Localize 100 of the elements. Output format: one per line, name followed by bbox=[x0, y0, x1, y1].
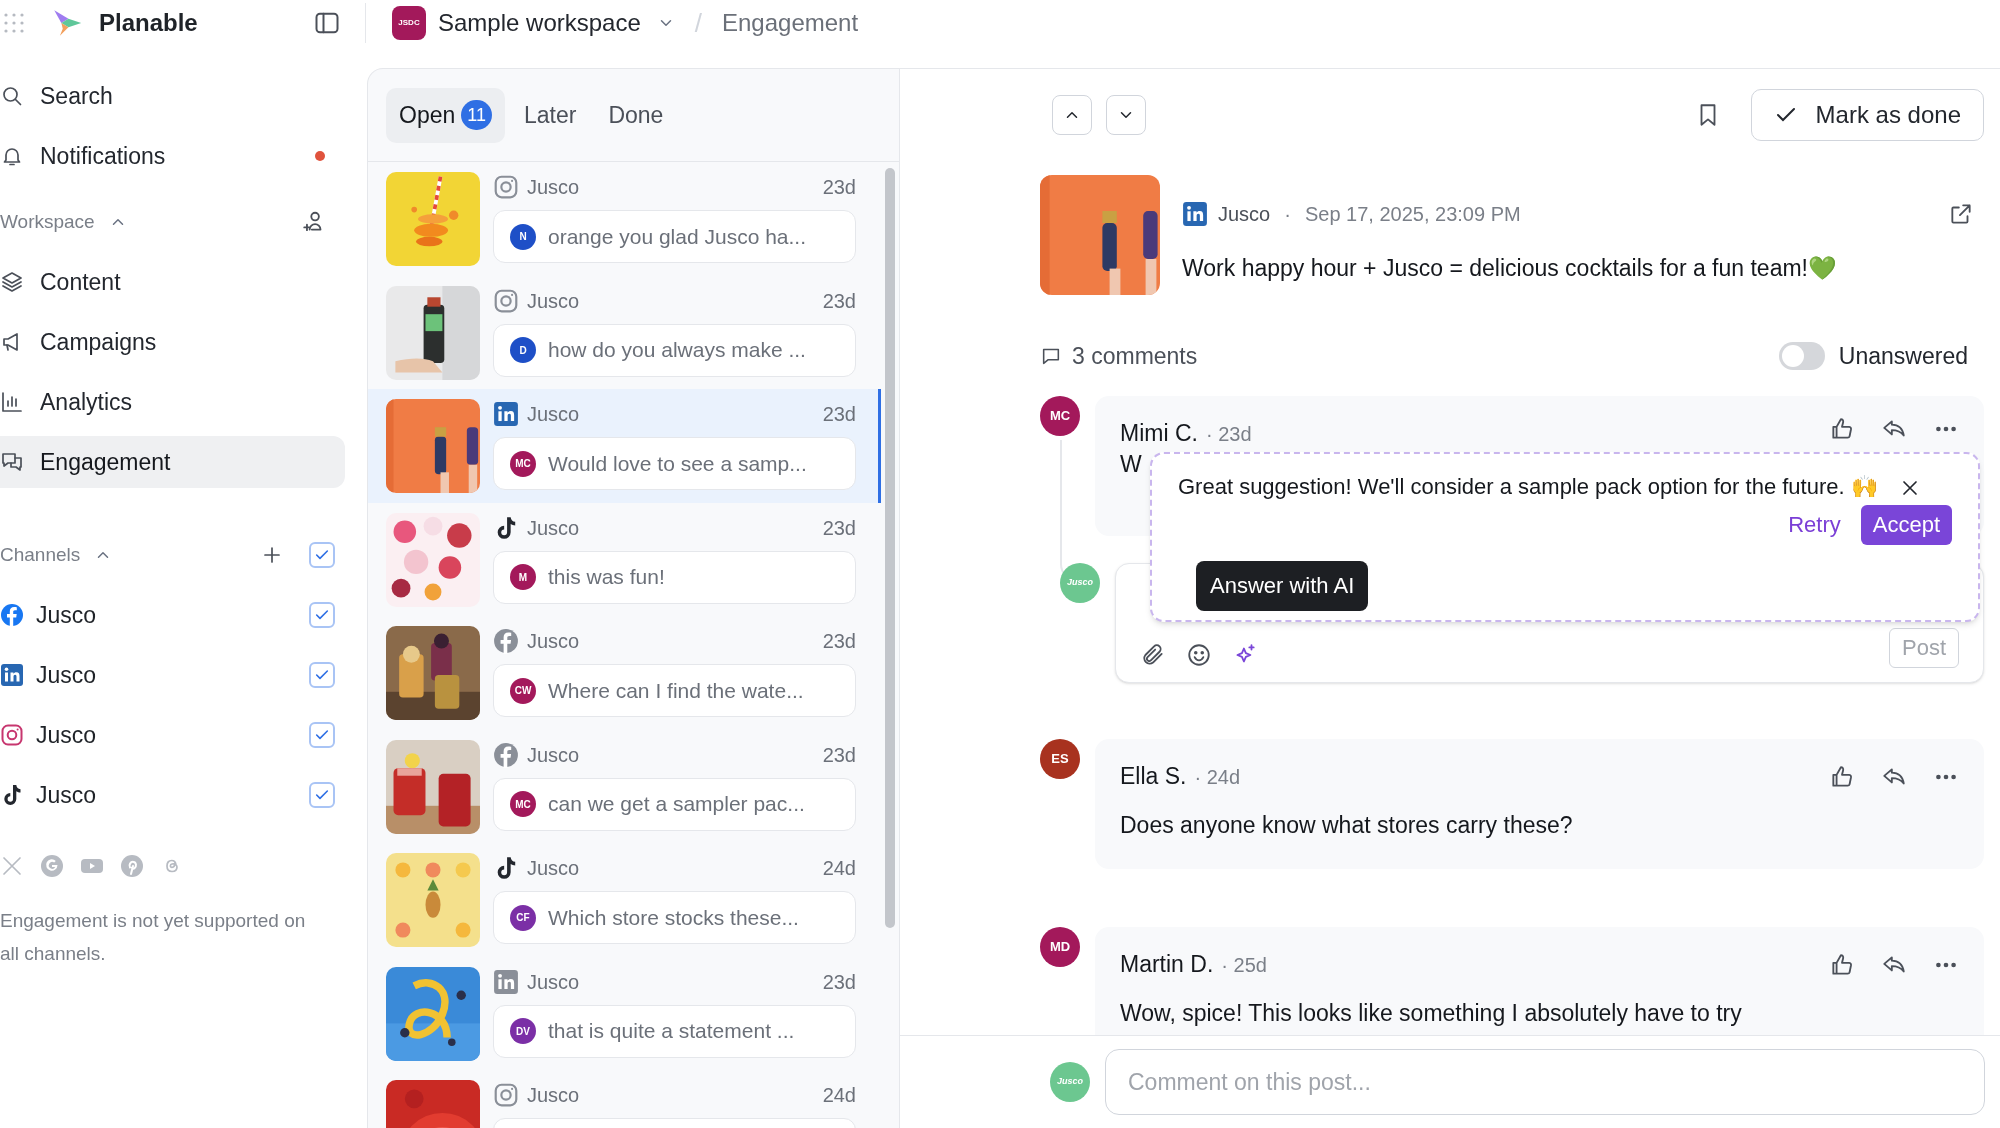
commenter-name: Ella S. bbox=[1120, 762, 1187, 792]
instagram-icon bbox=[493, 1082, 519, 1108]
age: 23d bbox=[822, 629, 856, 654]
linkedin-icon bbox=[493, 401, 519, 427]
account-name: Jusco bbox=[1218, 202, 1271, 227]
checkbox[interactable] bbox=[309, 662, 335, 688]
sidebar-item[interactable]: Notifications bbox=[0, 130, 345, 182]
avatar: Jusco bbox=[1060, 562, 1100, 603]
conversation-item[interactable]: Jusco 24d bbox=[368, 1070, 881, 1128]
account-name: Jusco bbox=[527, 742, 581, 768]
age: 23d bbox=[822, 515, 856, 541]
conversation-item[interactable]: Jusco 23d MC Would love to see a samp... bbox=[368, 389, 881, 503]
avatar: CW bbox=[510, 677, 536, 704]
like-icon[interactable] bbox=[1829, 415, 1855, 442]
nav-item[interactable]: Analytics bbox=[0, 376, 345, 428]
avatar: N bbox=[510, 223, 536, 250]
conversation-item[interactable]: Jusco 24d CF Which store stocks these... bbox=[368, 843, 881, 957]
like-icon[interactable] bbox=[1829, 763, 1855, 790]
conversation-item[interactable]: Jusco 23d M this was fun! bbox=[368, 502, 881, 616]
mark-as-done-button[interactable]: Mark as done bbox=[1750, 89, 1984, 141]
like-icon[interactable] bbox=[1829, 951, 1855, 978]
account-name: Jusco bbox=[527, 856, 581, 881]
checkbox[interactable] bbox=[309, 602, 335, 628]
scrollbar-thumb[interactable] bbox=[885, 168, 895, 928]
account-name: Jusco bbox=[527, 969, 581, 995]
nav-item[interactable]: Content bbox=[0, 256, 345, 308]
instagram-icon bbox=[493, 287, 519, 314]
tab[interactable]: Done bbox=[595, 87, 677, 143]
account-name: Jusco bbox=[527, 288, 581, 314]
checkbox[interactable] bbox=[309, 542, 335, 568]
app-grid-icon bbox=[2, 11, 26, 35]
avatar: DV bbox=[510, 1018, 536, 1044]
facebook-icon bbox=[493, 628, 519, 654]
layers-icon bbox=[0, 270, 24, 294]
emoji-icon[interactable] bbox=[1186, 641, 1212, 668]
checkbox[interactable] bbox=[309, 782, 335, 808]
channel-name[interactable]: Jusco bbox=[36, 597, 297, 633]
channel-name[interactable]: Jusco bbox=[36, 657, 297, 693]
accept-button[interactable]: Accept bbox=[1860, 504, 1952, 545]
conversation-item[interactable]: Jusco 23d D how do you always make ... bbox=[368, 275, 881, 389]
conversation-item[interactable]: Jusco 23d N orange you glad Jusco ha... bbox=[368, 162, 881, 276]
comment-preview: orange you glad Jusco ha... bbox=[548, 223, 806, 250]
checkbox[interactable] bbox=[309, 722, 335, 748]
avatar: D bbox=[510, 337, 536, 363]
avatar: MC bbox=[510, 791, 536, 817]
x-logo-icon bbox=[0, 854, 24, 878]
avatar: MD bbox=[1040, 926, 1080, 967]
workspace-switcher[interactable]: Sample workspace bbox=[438, 5, 675, 41]
external-link-icon[interactable] bbox=[1948, 201, 1974, 227]
bar-chart-icon bbox=[0, 390, 24, 414]
tab[interactable]: Open 11 bbox=[386, 87, 505, 143]
unsupported-note: Engagement is not yet supported on all channels. bbox=[0, 909, 307, 966]
comment-text: Does anyone know what stores carry these? bbox=[1120, 810, 1573, 839]
commenter-name: Mimi C. bbox=[1120, 419, 1198, 449]
account-name: Jusco bbox=[527, 402, 581, 427]
toggle-label: Unanswered bbox=[1838, 342, 1968, 371]
page-title: Engagement bbox=[722, 8, 859, 38]
comment-preview: can we get a sampler pac... bbox=[548, 791, 805, 818]
comment-age: · 23d bbox=[1205, 421, 1252, 447]
comments-count: 3 comments bbox=[1072, 342, 1198, 371]
account-name: Jusco bbox=[527, 629, 581, 654]
channel-name[interactable]: Jusco bbox=[36, 717, 297, 753]
facebook-icon bbox=[493, 741, 519, 768]
ai-tooltip: Answer with AI bbox=[1196, 560, 1369, 611]
app-name: Planable bbox=[99, 8, 198, 38]
count-badge: 11 bbox=[461, 100, 492, 130]
section-label: Workspace bbox=[0, 209, 95, 234]
avatar: M bbox=[510, 564, 536, 590]
retry-button[interactable]: Retry bbox=[1788, 508, 1841, 541]
account-name: Jusco bbox=[527, 1083, 581, 1108]
nav-item[interactable]: Campaigns bbox=[0, 316, 345, 368]
comment-preview: Where can I find the wate... bbox=[548, 677, 804, 704]
avatar: CF bbox=[510, 904, 536, 931]
age: 24d bbox=[822, 856, 856, 881]
age: 23d bbox=[822, 288, 856, 314]
comment-preview: Would love to see a samp... bbox=[548, 450, 807, 477]
instagram-icon bbox=[0, 723, 24, 747]
age: 24d bbox=[822, 1083, 856, 1108]
toggle-switch[interactable] bbox=[1778, 342, 1825, 371]
section-label: Channels bbox=[0, 542, 81, 567]
conversation-item[interactable]: Jusco 23d CW Where can I find the wate... bbox=[368, 616, 881, 730]
separator: · bbox=[1284, 202, 1291, 227]
suggested-reply: Great suggestion! We'll consider a sample pack option for the future. 🙌 bbox=[1178, 472, 1878, 501]
comment-age: · 25d bbox=[1221, 952, 1267, 978]
comment-age: · 24d bbox=[1194, 764, 1241, 790]
search-icon bbox=[0, 84, 24, 108]
comment-preview: Which store stocks these... bbox=[548, 904, 799, 931]
nav-item[interactable]: Engagement bbox=[0, 436, 345, 488]
instagram-icon bbox=[493, 174, 519, 200]
google-icon bbox=[40, 854, 64, 878]
tab[interactable]: Later bbox=[510, 87, 590, 143]
age: 23d bbox=[822, 742, 856, 768]
channel-name[interactable]: Jusco bbox=[36, 777, 297, 813]
sidebar-item[interactable]: Search bbox=[0, 70, 345, 122]
conversation-item[interactable]: Jusco 23d DV that is quite a statement ... bbox=[368, 956, 881, 1070]
post-date: Sep 17, 2025, 23:09 PM bbox=[1304, 202, 1521, 227]
comment-text: W bbox=[1120, 449, 1142, 478]
conversation-item[interactable]: Jusco 23d MC can we get a sampler pac... bbox=[368, 729, 881, 843]
avatar: ES bbox=[1040, 738, 1080, 779]
account-name: Jusco bbox=[527, 175, 581, 200]
